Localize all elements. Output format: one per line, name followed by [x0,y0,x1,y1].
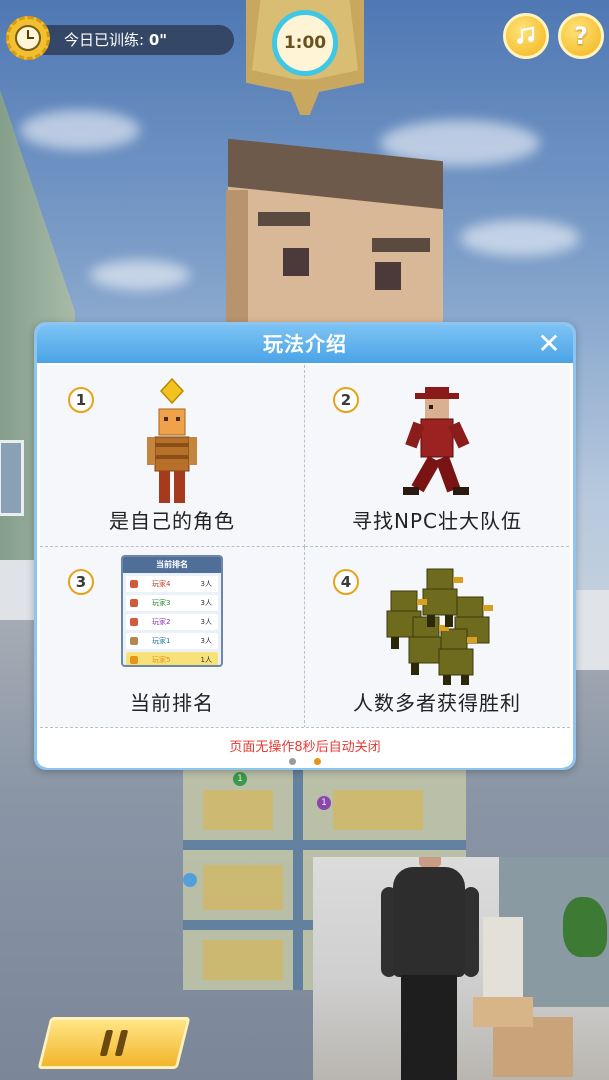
minimap-road [183,840,466,850]
rank-player-name: 玩家5 [152,656,171,664]
step-number-badge: 1 [68,387,94,413]
dialog-header: 玩法介绍 ✕ [37,325,573,363]
step-number-badge: 2 [333,387,359,413]
rank-icon [130,580,138,588]
step-number-badge: 4 [333,569,359,595]
training-time-label: 今日已训练: [64,31,145,49]
rank-player-count: 3人 [200,637,212,645]
giant-character-brow [372,238,430,252]
minimap-block [203,940,283,980]
step-card-1: 1 是自己的角色 [40,365,305,547]
camera-plant [563,897,607,957]
dialog-footer: 页面无操作8秒后自动关闭 [40,727,570,768]
dialog-body: 1 是自己的角色 2 寻找NPC壮大队伍 3 当前排名 玩家4 3人 玩家3 3… [40,365,570,728]
npc-runner-icon [403,387,470,495]
rank-player-name: 玩家1 [152,637,171,645]
page-indicator [40,758,570,765]
page-dot-active[interactable] [314,758,321,765]
clock-face [15,25,41,51]
rank-player-count: 3人 [200,618,212,626]
countdown-timer: 1:00 [272,10,338,76]
minimap-block [333,790,423,830]
step-label: 是自己的角色 [109,509,235,533]
minimap-block [203,790,273,830]
rank-player-name: 玩家2 [152,618,171,626]
pause-button[interactable] [37,1017,191,1069]
minimap-marker: 1 [317,796,331,810]
cloud [90,260,190,290]
help-button[interactable]: ? [558,13,604,59]
step-label: 寻找NPC壮大队伍 [352,509,522,533]
rank-row: 玩家2 3人 [126,614,218,630]
step-label: 当前排名 [130,691,214,715]
camera-box [473,997,533,1027]
training-time-display: 今日已训练: 0" [30,25,234,55]
ranking-board-icon: 当前排名 玩家4 3人 玩家3 3人 玩家2 3人 玩家1 3人 玩家5 1人 [121,555,223,667]
rank-player-count: 1人 [200,656,212,664]
step-number-badge: 3 [68,569,94,595]
step-card-3: 3 当前排名 玩家4 3人 玩家3 3人 玩家2 3人 玩家1 3人 玩家5 1人 当前排… [40,547,305,728]
dialog-title: 玩法介绍 [263,332,347,356]
giant-character-eye [283,248,309,276]
person-arm [463,887,479,977]
crowd-icon [386,568,493,685]
step-card-4: 4 人数多者获得胜利 [305,547,569,728]
minimap-road [293,770,303,990]
step-label: 人数多者获得胜利 [353,691,521,715]
step-card-2: 2 寻找NPC壮大队伍 [305,365,569,547]
rank-row: 玩家3 3人 [126,595,218,611]
minimap-marker: 1 [233,772,247,786]
rank-board: 当前排名 玩家4 3人 玩家3 3人 玩家2 3人 玩家1 3人 玩家5 1人 [121,555,223,667]
close-button[interactable]: ✕ [535,330,563,358]
cloud [460,220,580,256]
rank-icon [130,599,138,607]
rank-icon [130,637,138,645]
camera-feed [313,857,609,1080]
rank-icon [130,618,138,626]
music-note-icon [517,26,535,44]
rank-player-name: 玩家3 [152,599,171,607]
giant-character-brow [258,212,310,226]
rank-player-name: 玩家4 [152,580,171,588]
rank-player-count: 3人 [200,599,212,607]
giant-character-eye [375,262,401,290]
person-legs [401,975,457,1080]
auto-close-note: 页面无操作8秒后自动关闭 [229,740,381,755]
person-torso [393,867,465,977]
minimap-block [203,865,283,910]
pause-icon [99,1030,129,1056]
cloud [20,110,140,150]
building-window [0,440,24,516]
music-button[interactable] [503,13,549,59]
clock-gear-icon [6,16,50,60]
rank-player-count: 3人 [200,580,212,588]
rank-row-self: 玩家5 1人 [126,652,218,665]
rank-row: 玩家1 3人 [126,633,218,649]
minimap-player-marker [183,873,197,887]
how-to-play-dialog: 玩法介绍 ✕ 1 是自己的角色 2 寻找NPC壮大队伍 3 当前排名 玩家4 3… [34,322,576,770]
rank-board-title: 当前排名 [123,557,221,573]
person-head [419,857,441,867]
training-time-value: 0" [148,31,168,49]
page-dot[interactable] [289,758,296,765]
rank-icon [130,656,138,664]
player-character-icon [147,377,197,503]
rank-row: 玩家4 3人 [126,576,218,592]
